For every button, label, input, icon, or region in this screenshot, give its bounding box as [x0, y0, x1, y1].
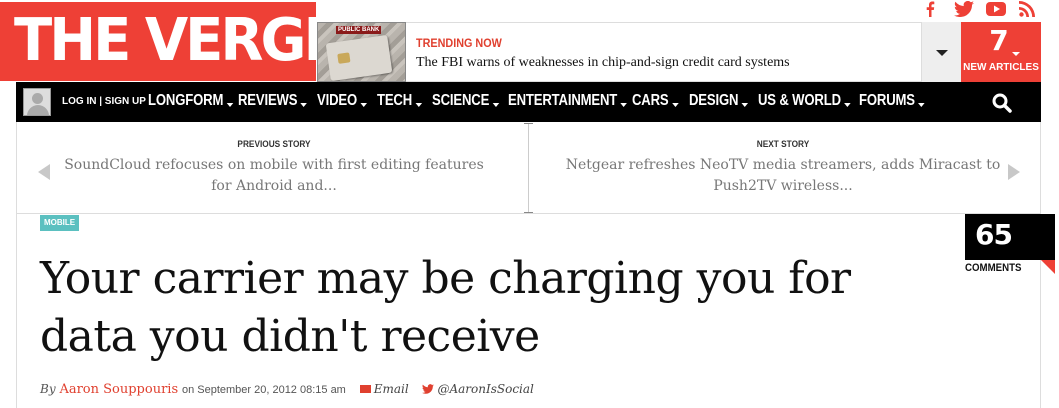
site-logo[interactable]: THE VERGE: [0, 2, 342, 81]
email-link[interactable]: Email: [374, 382, 409, 396]
caret-down-icon: [620, 103, 627, 107]
comments-count-button[interactable]: 65: [965, 214, 1055, 260]
publish-date: on September 20, 2012 08:15 am: [181, 384, 346, 396]
caret-down-icon: [300, 103, 308, 107]
caret-down-icon: [360, 103, 367, 107]
nav-item-science[interactable]: SCIENCE: [432, 92, 500, 110]
new-articles-label: NEW ARTICLES: [963, 62, 1039, 73]
trending-thumbnail[interactable]: PUBLIC BANK: [317, 22, 406, 82]
twitter-icon[interactable]: [953, 0, 975, 18]
nav-item-video[interactable]: VIDEO: [317, 92, 367, 110]
nav-item-reviews[interactable]: REVIEWS: [238, 92, 308, 110]
nav-item-us-world[interactable]: US & WORLD: [758, 92, 851, 110]
caret-down-icon: [918, 103, 925, 107]
nav-item-tech[interactable]: TECH: [377, 92, 422, 110]
previous-story-link[interactable]: SoundCloud refocuses on mobile with firs…: [57, 155, 491, 197]
facebook-icon[interactable]: [921, 0, 939, 18]
search-icon[interactable]: [992, 93, 1012, 113]
byline-by: By: [40, 382, 56, 396]
main-nav: LOG IN | SIGN UP LONGFORM REVIEWS VIDEO …: [16, 82, 1041, 122]
nav-item-longform[interactable]: LONGFORM: [148, 92, 234, 110]
story-pagination: PREVIOUS STORY SoundCloud refocuses on m…: [16, 122, 1041, 214]
trending-dropdown-button[interactable]: [921, 22, 961, 82]
nav-item-cars[interactable]: CARS: [632, 92, 679, 110]
trending-label: TRENDING NOW: [416, 36, 502, 50]
caret-down-icon: [936, 50, 948, 56]
comments-label[interactable]: COMMENTS: [965, 262, 1021, 274]
caret-down-icon: [415, 103, 422, 107]
email-icon[interactable]: [359, 385, 371, 393]
article-headline: Your carrier may be charging you for dat…: [40, 253, 851, 362]
trending-now-panel[interactable]: TRENDING NOW The FBI warns of weaknesses…: [406, 22, 921, 82]
rss-icon[interactable]: [1017, 0, 1037, 18]
twitter-icon[interactable]: [422, 384, 435, 394]
youtube-icon[interactable]: [985, 0, 1007, 18]
nav-item-design[interactable]: DESIGN: [689, 92, 749, 110]
category-badge[interactable]: MOBILE: [40, 215, 80, 231]
caret-down-icon: [671, 103, 679, 107]
next-story-label: NEXT STORY: [756, 139, 810, 149]
byline: By Aaron Souppouris on September 20, 201…: [40, 382, 534, 397]
logo-text: THE VERGE: [14, 6, 342, 75]
caret-down-icon: [226, 103, 234, 107]
nav-item-forums[interactable]: FORUMS: [859, 92, 925, 110]
caret-down-icon: [844, 103, 851, 107]
previous-story-label: PREVIOUS STORY: [237, 139, 311, 149]
new-articles-button[interactable]: 7 NEW ARTICLES: [961, 22, 1041, 82]
login-signup-link[interactable]: LOG IN | SIGN UP: [62, 96, 146, 107]
arrow-right-icon[interactable]: [1008, 164, 1020, 180]
caret-down-icon: [492, 103, 500, 107]
thumb-label: PUBLIC BANK: [336, 26, 382, 34]
divider: [528, 124, 529, 212]
comments-flag: [1041, 260, 1055, 274]
caret-down-icon: [1012, 52, 1020, 56]
trending-headline[interactable]: The FBI warns of weaknesses in chip-and-…: [416, 55, 790, 71]
nav-item-entertainment[interactable]: ENTERTAINMENT: [508, 92, 627, 110]
new-articles-count: 7: [989, 24, 1009, 57]
comments-count: 65: [975, 218, 1013, 251]
twitter-handle-link[interactable]: @AaronIsSocial: [437, 382, 533, 396]
next-story-link[interactable]: Netgear refreshes NeoTV media streamers,…: [553, 155, 1013, 197]
credit-card-image: [325, 34, 393, 81]
caret-down-icon: [741, 103, 749, 107]
avatar[interactable]: [23, 88, 51, 116]
arrow-left-icon[interactable]: [38, 164, 50, 180]
author-link[interactable]: Aaron Souppouris: [59, 382, 178, 397]
